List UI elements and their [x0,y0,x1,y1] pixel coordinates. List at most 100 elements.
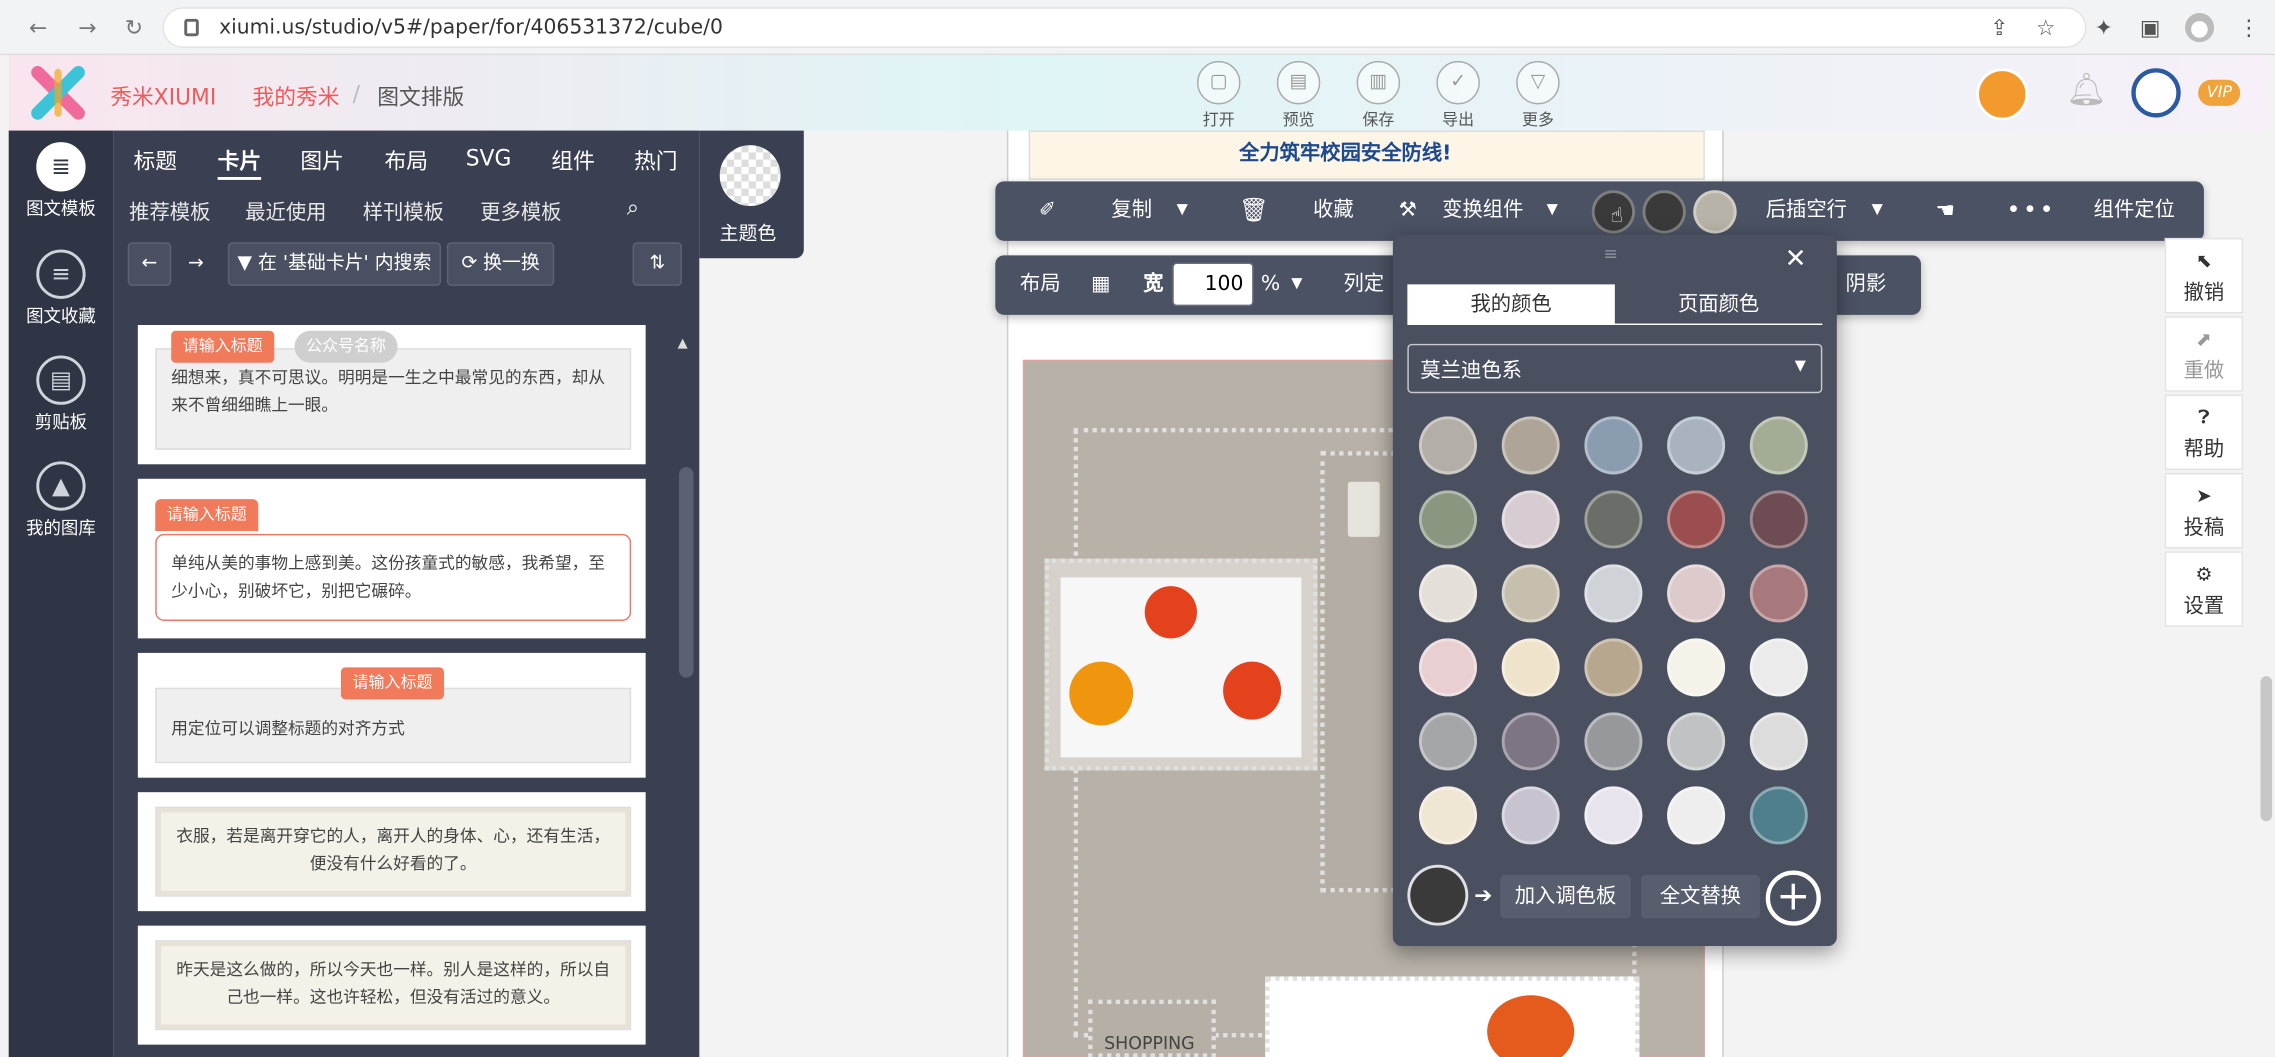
palette-swatch[interactable] [1749,416,1808,475]
tab-image[interactable]: 图片 [300,145,344,175]
panel-scrollbar[interactable] [676,333,697,1057]
transform-button[interactable]: 变换组件 [1442,181,1523,239]
unit-dropdown-icon[interactable]: ▼ [1291,255,1302,313]
bookmark-star-icon[interactable]: ☆ [2031,13,2060,42]
page-scroll-thumb[interactable] [2260,676,2273,822]
tab-card[interactable]: 卡片 [218,145,262,175]
add-to-palette-button[interactable]: 加入调色板 [1500,874,1631,919]
bottom-image-frame[interactable] [1265,976,1640,1057]
palette-swatch[interactable] [1584,712,1643,771]
plus-icon[interactable]: + [1765,870,1821,926]
palette-swatch[interactable] [1501,786,1560,845]
palette-swatch[interactable] [1501,564,1560,623]
copy-dropdown-icon[interactable]: ▼ [1177,181,1188,239]
preview-button[interactable]: ▤ 预览 [1270,60,1328,131]
image-frame[interactable] [1044,558,1318,771]
menu-icon[interactable]: ⋮ [2234,13,2263,42]
subtab-recent[interactable]: 最近使用 [245,197,326,226]
shopping-box[interactable]: SHOPPING [1088,999,1216,1057]
reload-icon[interactable]: ↻ [125,15,143,41]
tab-hot[interactable]: 热门 [634,145,678,175]
profile-icon[interactable]: ● [2185,13,2215,43]
palette-swatch[interactable] [1584,490,1643,549]
palette-swatch[interactable] [1584,786,1643,845]
pin-icon[interactable]: ✐ [1039,181,1056,239]
layout-label[interactable]: 布局 [1020,255,1061,313]
save-button[interactable]: ▥ 保存 [1349,60,1407,131]
forward-icon[interactable]: → [78,15,96,41]
insert-after-button[interactable]: 后插空行 [1766,181,1847,239]
tab-layout[interactable]: 布局 [384,145,428,175]
banner-block[interactable]: 全力筑牢校园安全防线! [1028,130,1705,180]
bell-icon[interactable]: 🔔︎ [2066,73,2107,109]
palette-swatch[interactable] [1667,638,1726,697]
template-card[interactable]: 昨天是这么做的，所以今天也一样。别人是这样的，所以自己也一样。这也许轻松，但没有… [137,925,646,1045]
copy-button[interactable]: 复制 [1111,181,1152,239]
vip-badge[interactable]: VIP [2198,79,2241,106]
school-badge-avatar[interactable] [2131,68,2181,118]
palette-swatch[interactable] [1667,712,1726,771]
my-xiumi-link[interactable]: 我的秀米 [252,81,339,111]
scroll-up-icon[interactable]: ▲ [678,337,688,352]
redo-button[interactable]: ⬈ 重做 [2164,316,2244,392]
palette-swatch[interactable] [1418,416,1478,475]
sidepanel-icon[interactable]: ▣ [2136,13,2165,42]
shuffle-button[interactable]: ⟳ 换一换 [446,242,555,286]
brush-icon[interactable]: ⚒ [1399,181,1417,239]
nav-clipboard[interactable]: ▤ 剪贴板 [9,355,113,433]
palette-swatch[interactable] [1418,564,1478,623]
subtab-recommended[interactable]: 推荐模板 [129,197,210,226]
palette-swatch[interactable] [1418,638,1478,697]
submit-button[interactable]: ➤ 投稿 [2164,472,2244,549]
palette-swatch[interactable] [1418,712,1478,771]
column-label[interactable]: 列定 [1344,255,1385,313]
width-input[interactable] [1172,262,1254,307]
palette-swatch[interactable] [1584,638,1643,697]
open-button[interactable]: ▢ 打开 [1190,60,1248,131]
nav-template[interactable]: ≣ 图文模板 [9,142,113,220]
panel-scroll-thumb[interactable] [679,467,694,678]
tab-title[interactable]: 标题 [133,145,177,175]
trash-icon[interactable]: 🗑︎ [1239,181,1268,239]
color-swatch-2[interactable] [1642,190,1686,234]
address-bar[interactable]: xiumi.us/studio/v5#/paper/for/406531372/… [162,7,2087,48]
persimmon-image[interactable] [1060,577,1302,758]
settings-button[interactable]: ⚙ 设置 [2164,551,2244,627]
palette-swatch[interactable] [1418,490,1478,549]
nav-gallery[interactable]: ▲ 我的图库 [9,461,113,539]
selected-color-swatch[interactable] [1410,867,1466,923]
palette-swatch[interactable] [1667,416,1726,475]
user-avatar[interactable] [1976,68,2029,121]
template-card[interactable]: 细想来，真不可思议。明明是一生之中最常见的东西，却从来不曾细细瞧上一眼。 请输入… [137,324,646,465]
palette-swatch[interactable] [1667,786,1726,845]
more-dots-icon[interactable]: ••• [2007,181,2057,239]
theme-color-swatch[interactable] [719,145,781,207]
template-card[interactable]: 衣服，若是离开穿它的人，离开人的身体、心，还有生活，便没有什么好看的了。 [137,792,646,912]
palette-swatch[interactable] [1749,490,1808,549]
search-icon[interactable]: ⌕ [627,194,639,220]
transform-dropdown-icon[interactable]: ▼ [1547,181,1558,239]
palette-swatch[interactable] [1749,564,1808,623]
palette-swatch[interactable] [1667,490,1726,549]
xiumi-logo-icon[interactable] [29,64,87,122]
palette-swatch[interactable] [1584,416,1643,475]
palette-swatch[interactable] [1667,564,1726,623]
collect-button[interactable]: 收藏 [1313,181,1354,239]
palette-swatch[interactable] [1418,786,1478,845]
locate-button[interactable]: 组件定位 [2094,181,2175,239]
insert-dropdown-icon[interactable]: ▼ [1872,181,1883,239]
palette-swatch[interactable] [1501,638,1560,697]
more-button[interactable]: ▽ 更多 [1509,60,1567,131]
shadow-button[interactable]: 阴影 [1846,255,1887,313]
help-button[interactable]: ❓︎ 帮助 [2164,394,2244,471]
color-swatch-3[interactable] [1693,190,1737,234]
undo-button[interactable]: ⬉ 撤销 [2164,237,2244,314]
next-button[interactable]: → [174,242,218,286]
palette-swatch[interactable] [1749,786,1808,845]
template-card[interactable]: 用定位可以调整标题的对齐方式 请输入标题 [137,652,646,778]
nav-favorites[interactable]: ≡ 图文收藏 [9,249,113,328]
subtab-magazine[interactable]: 样刊模板 [363,197,444,226]
export-button[interactable]: ✓ 导出 [1429,60,1487,131]
palette-swatch[interactable] [1501,416,1560,475]
scoped-search-button[interactable]: ▼ 在 '基础卡片' 内搜索 [227,242,442,286]
